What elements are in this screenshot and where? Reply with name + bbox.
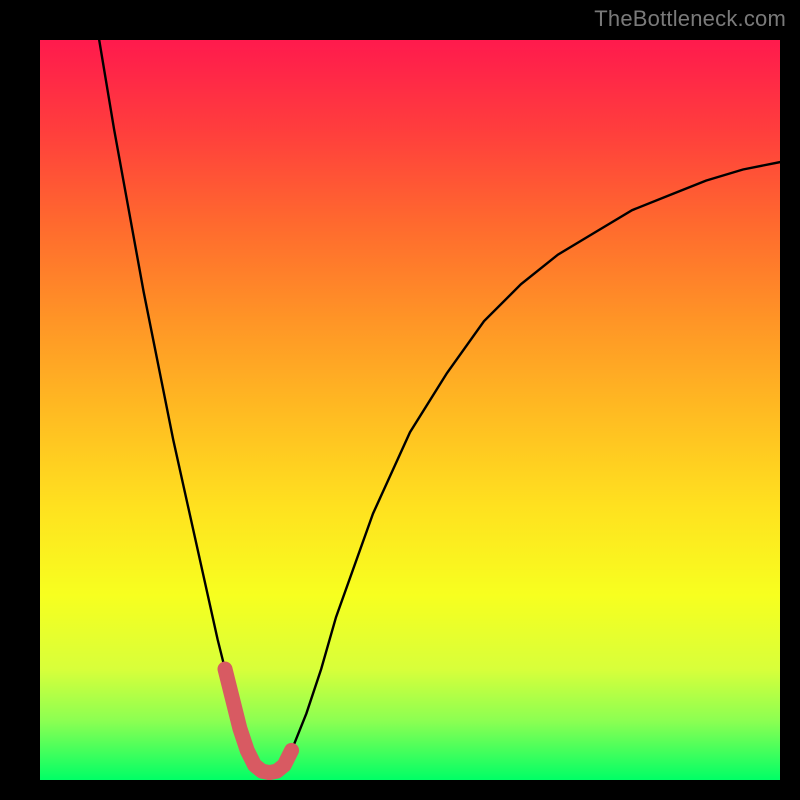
chart-svg <box>40 40 780 780</box>
marker-segment <box>225 669 292 773</box>
chart-frame: TheBottleneck.com <box>0 0 800 800</box>
bottleneck-curve <box>99 40 780 773</box>
plot-area <box>40 40 780 780</box>
watermark-label: TheBottleneck.com <box>594 6 786 32</box>
